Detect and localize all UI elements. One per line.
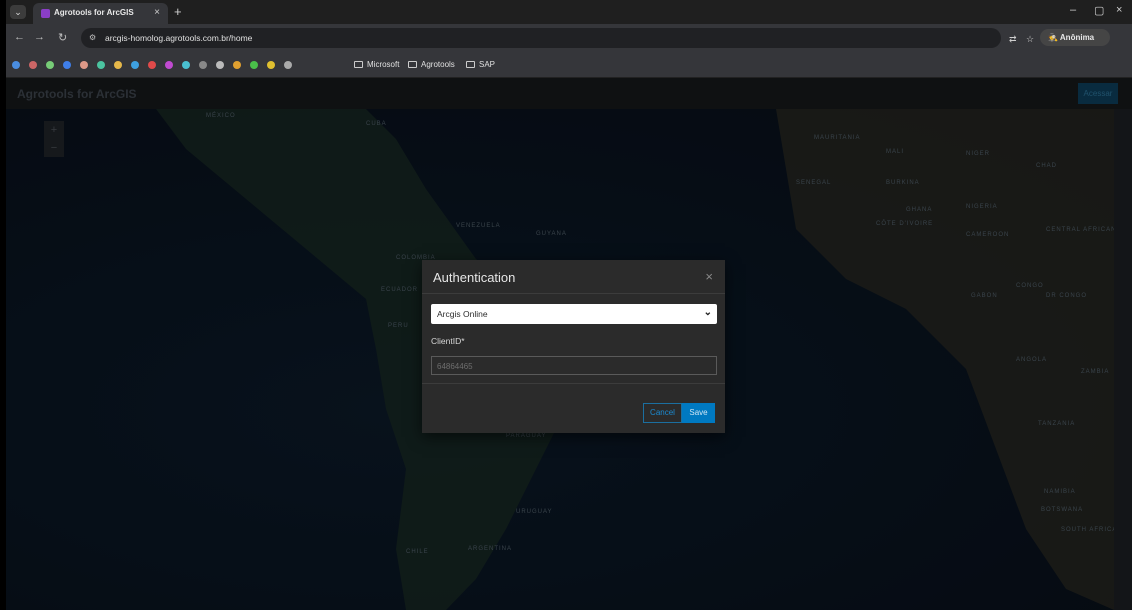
bookmark-icon[interactable] <box>131 61 139 69</box>
auth-provider-value: Arcgis Online <box>437 309 488 319</box>
bookmark-star-icon[interactable]: ☆ <box>1026 34 1034 45</box>
tab-agrotools[interactable]: Agrotools for ArcGIS × <box>33 3 168 24</box>
authentication-dialog: Authentication × Arcgis Online ⌄ ClientI… <box>422 260 725 433</box>
tab-search-button[interactable]: ⌄ <box>10 5 26 19</box>
folder-icon <box>408 61 417 68</box>
tab-strip: ⌄ Agrotools for ArcGIS × + – ▢ × <box>6 0 1132 24</box>
url-text[interactable]: arcgis-homolog.agrotools.com.br/home <box>105 33 252 43</box>
site-info-icon[interactable]: ⚙ <box>89 33 96 42</box>
new-tab-button[interactable]: + <box>174 4 182 19</box>
client-id-input[interactable]: 64864465 <box>431 356 717 375</box>
bookmark-icon[interactable] <box>165 61 173 69</box>
tab-close-icon[interactable]: × <box>154 7 160 18</box>
address-toolbar: ← → ↻ ⚙ arcgis-homolog.agrotools.com.br/… <box>6 24 1132 52</box>
folder-icon <box>354 61 363 68</box>
auth-provider-select[interactable]: Arcgis Online ⌄ <box>431 304 717 324</box>
bookmark-icon[interactable] <box>80 61 88 69</box>
back-arrow-icon[interactable]: ← <box>14 31 25 43</box>
profile-label: Anônima <box>1059 33 1095 42</box>
close-window-button[interactable]: × <box>1116 4 1122 16</box>
forward-arrow-icon[interactable]: → <box>34 31 45 43</box>
bookmark-icon[interactable] <box>233 61 241 69</box>
save-button[interactable]: Save <box>682 403 715 423</box>
bookmark-icon[interactable] <box>29 61 37 69</box>
browser-window: ⌄ Agrotools for ArcGIS × + – ▢ × ← → ↻ ⚙… <box>6 0 1132 610</box>
bookmark-folder-microsoft[interactable]: Microsoft <box>354 60 399 69</box>
bookmark-icon[interactable] <box>284 61 292 69</box>
bookmark-icon[interactable] <box>182 61 190 69</box>
bookmark-icon[interactable] <box>250 61 258 69</box>
bookmarks-bar: Microsoft Agrotools SAP <box>6 52 1132 78</box>
translate-icon[interactable]: ⇄ <box>1009 34 1017 45</box>
bookmark-icon[interactable] <box>114 61 122 69</box>
incognito-icon: 🕵 <box>1048 33 1058 42</box>
bookmark-icon[interactable] <box>63 61 71 69</box>
restore-button[interactable]: ▢ <box>1094 4 1104 17</box>
app-favicon-icon <box>41 9 50 18</box>
reload-icon[interactable]: ↻ <box>58 31 67 44</box>
client-id-label: ClientID* <box>431 336 465 346</box>
bookmark-folder-agrotools[interactable]: Agrotools <box>408 60 455 69</box>
folder-icon <box>466 61 475 68</box>
bookmark-icon[interactable] <box>148 61 156 69</box>
bookmark-icon[interactable] <box>46 61 54 69</box>
client-id-value: 64864465 <box>437 362 473 371</box>
dialog-title: Authentication <box>433 270 516 285</box>
bookmark-icon[interactable] <box>267 61 275 69</box>
dialog-divider <box>422 383 725 384</box>
bookmark-folder-sap[interactable]: SAP <box>466 60 495 69</box>
cancel-button[interactable]: Cancel <box>643 403 682 423</box>
minimize-button[interactable]: – <box>1070 4 1076 16</box>
chevron-down-icon: ⌄ <box>703 307 712 318</box>
incognito-profile-button[interactable]: 🕵 Anônima <box>1040 29 1110 46</box>
dialog-header: Authentication × <box>422 260 725 294</box>
tab-title: Agrotools for ArcGIS <box>54 8 134 17</box>
bookmark-icon[interactable] <box>199 61 207 69</box>
close-icon[interactable]: × <box>705 269 713 284</box>
bookmark-icon[interactable] <box>12 61 20 69</box>
bookmark-icon[interactable] <box>216 61 224 69</box>
app-content: Agrotools for ArcGIS Acessar + − MÉXICO C… <box>6 78 1132 610</box>
bookmark-icon[interactable] <box>97 61 105 69</box>
address-bar[interactable]: ⚙ arcgis-homolog.agrotools.com.br/home <box>81 28 1001 48</box>
